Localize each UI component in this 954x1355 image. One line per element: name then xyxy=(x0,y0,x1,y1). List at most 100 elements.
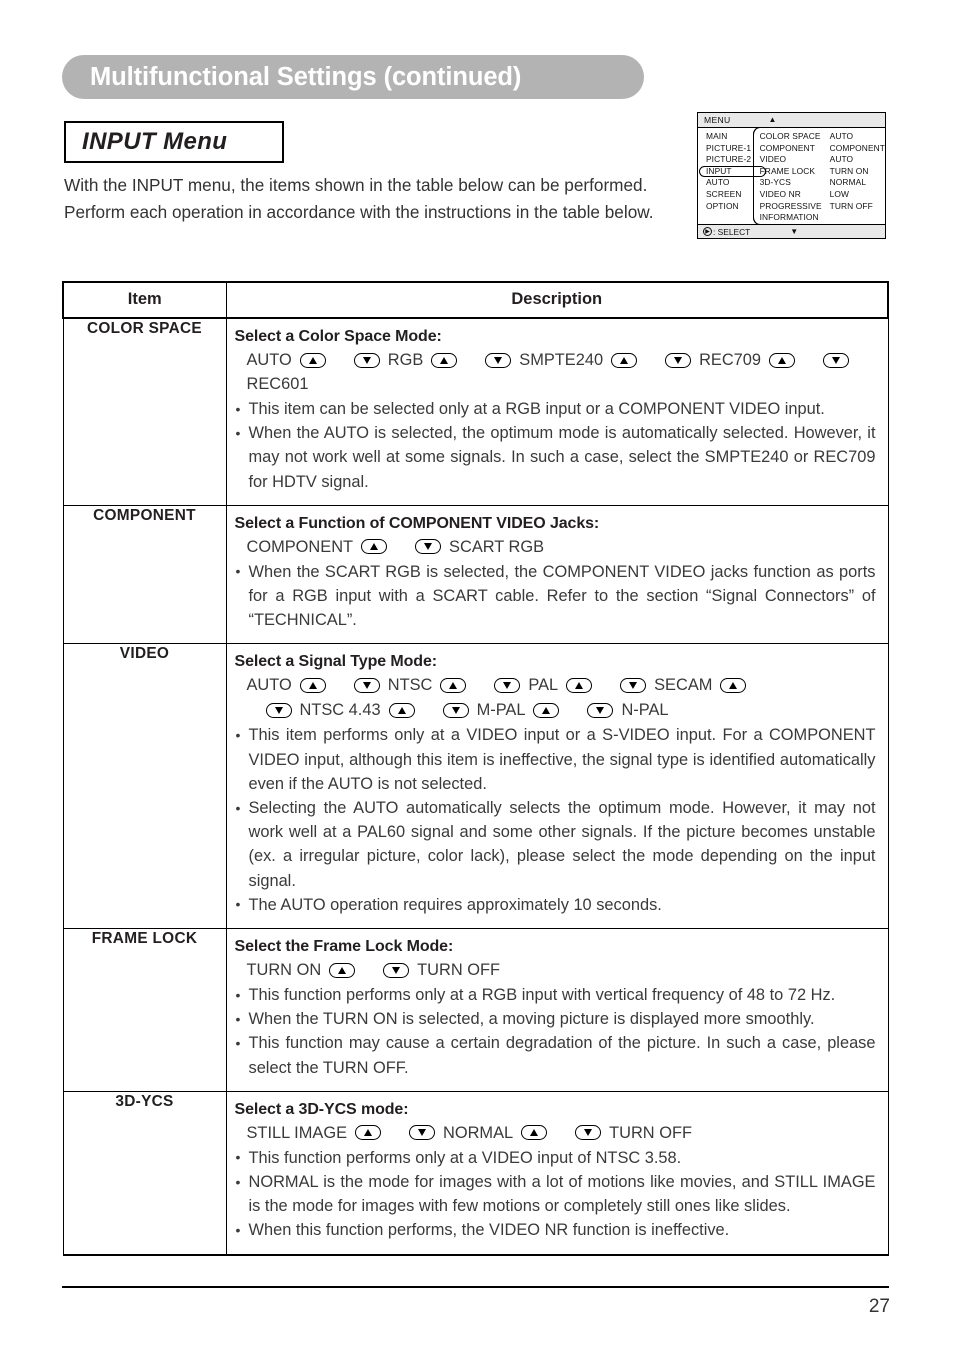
intro-line-1: With the INPUT menu, the items shown in … xyxy=(64,175,648,195)
arrow-up-button-icon[interactable] xyxy=(533,702,560,718)
osd-setting-value[interactable]: AUTO xyxy=(830,154,885,166)
arrow-up-button-icon[interactable] xyxy=(440,677,467,693)
arrow-up-button-icon[interactable] xyxy=(299,677,326,693)
arrow-down-button-icon[interactable] xyxy=(383,962,410,978)
osd-nav-item-screen[interactable]: SCREEN xyxy=(705,189,753,201)
osd-nav-item-input[interactable]: INPUT xyxy=(699,166,766,178)
arrow-down-button-icon[interactable] xyxy=(494,677,521,693)
osd-nav-column: MAIN PICTURE-1 PICTURE-2 INPUT AUTO SCREEN OPT… xyxy=(698,128,766,224)
description-cell: Select a Color Space Mode: AUTO RGB SMPTE24… xyxy=(225,317,889,506)
arrow-up-button-icon[interactable] xyxy=(329,962,356,978)
option-sequence: COMPONENT SCART RGB xyxy=(235,535,876,559)
osd-setting-value[interactable]: AUTO xyxy=(830,131,885,143)
option-sequence: TURN ON TURN OFF xyxy=(235,958,876,982)
osd-setting-name[interactable]: COMPONENT xyxy=(760,143,822,155)
description-title: Select the Frame Lock Mode: xyxy=(234,938,454,956)
arrow-up-button-icon[interactable] xyxy=(299,352,326,368)
osd-setting-name[interactable]: 3D-YCS xyxy=(760,177,822,189)
table-body: COLOR SPACE Select a Color Space Mode: AUT… xyxy=(62,317,889,1256)
option-label: NTSC 4.43 xyxy=(299,701,381,720)
settings-table: Item Description COLOR SPACE Select a Col… xyxy=(62,281,889,1256)
bullet-item: When the TURN ON is selected, a moving p… xyxy=(235,1007,876,1031)
osd-setting-name[interactable]: FRAME LOCK xyxy=(760,166,822,178)
osd-setting-name[interactable]: VIDEO NR xyxy=(760,189,822,201)
item-label: COMPONENT xyxy=(62,504,227,645)
triangle-down-icon xyxy=(494,356,503,364)
triangle-up-icon xyxy=(778,356,787,364)
arrow-down-button-icon[interactable] xyxy=(442,702,469,718)
triangle-up-icon xyxy=(440,356,449,364)
arrow-up-button-icon[interactable] xyxy=(431,352,458,368)
arrow-up-button-icon[interactable] xyxy=(566,677,593,693)
triangle-down-icon xyxy=(418,1129,426,1137)
osd-setting-value[interactable] xyxy=(830,212,885,224)
osd-nav-item-picture-1[interactable]: PICTURE-1 xyxy=(705,143,753,155)
arrow-down-button-icon[interactable] xyxy=(620,677,647,693)
bullet-item: This item performs only at a VIDEO input… xyxy=(235,723,876,796)
osd-nav-item-auto[interactable]: AUTO xyxy=(705,177,753,189)
triangle-down-icon xyxy=(629,681,638,689)
osd-setting-value[interactable]: LOW xyxy=(830,189,885,201)
osd-setting-name[interactable]: COLOR SPACE xyxy=(760,131,822,143)
option-label: COMPONENT xyxy=(246,537,354,556)
arrow-up-button-icon[interactable] xyxy=(521,1125,548,1141)
osd-setting-value[interactable]: TURN ON xyxy=(830,166,885,178)
osd-setting-name[interactable]: INFORMATION xyxy=(760,212,822,224)
arrow-down-button-icon[interactable] xyxy=(415,539,442,555)
option-label: REC601 xyxy=(246,375,309,393)
option-sequence: AUTO NTSC PAL SECAM xyxy=(235,673,876,697)
arrow-up-button-icon[interactable] xyxy=(355,1125,381,1141)
page-number: 27 xyxy=(868,1296,890,1317)
osd-setting-value[interactable]: NORMAL xyxy=(830,177,885,189)
option-label: NORMAL xyxy=(443,1123,514,1142)
arrow-down-button-icon[interactable] xyxy=(353,352,380,368)
option-label: PAL xyxy=(528,676,559,695)
description-title: Select a 3D-YCS mode: xyxy=(234,1100,409,1118)
arrow-up-button-icon[interactable] xyxy=(361,539,388,555)
osd-setting-name[interactable]: VIDEO xyxy=(760,154,822,166)
arrow-down-button-icon[interactable] xyxy=(665,352,692,368)
triangle-up-icon xyxy=(308,356,317,364)
osd-menu-diagram: MENU ▲ MAIN PICTURE-1 PICTURE-2 INPUT AUTO SC… xyxy=(697,112,886,239)
item-label: 3D-YCS xyxy=(62,1090,227,1256)
arrow-down-button-icon[interactable] xyxy=(485,352,512,368)
osd-setting-value[interactable]: TURN OFF xyxy=(830,201,885,213)
triangle-up-icon xyxy=(542,706,551,714)
arrow-down-button-icon[interactable] xyxy=(265,702,292,718)
osd-setting-name[interactable]: PROGRESSIVE xyxy=(760,201,822,213)
bullet-list: This function performs only at a RGB inp… xyxy=(235,983,876,1080)
triangle-down-icon xyxy=(503,681,512,689)
arrow-down-button-icon[interactable] xyxy=(575,1125,602,1141)
triangle-down-icon xyxy=(424,543,433,551)
osd-setting-value[interactable]: COMPONENT xyxy=(830,143,885,155)
osd-bottom-bar: ▶ : SELECT ▼ xyxy=(698,224,885,238)
column-header-item: Item xyxy=(62,281,227,319)
description-title: Select a Function of COMPONENT VIDEO Jac… xyxy=(234,514,600,532)
osd-nav-item-picture-2[interactable]: PICTURE-2 xyxy=(705,154,753,166)
osd-setting-names: COLOR SPACE COMPONENT VIDEO FRAME LOCK 3D-YC… xyxy=(754,131,822,224)
arrow-down-button-icon[interactable] xyxy=(587,702,614,718)
arrow-up-button-icon[interactable] xyxy=(769,352,796,368)
triangle-up-icon xyxy=(338,966,347,974)
table-row: COLOR SPACE Select a Color Space Mode: AUT… xyxy=(62,317,889,506)
option-label: M-PAL xyxy=(476,701,526,720)
osd-nav-item-option[interactable]: OPTION xyxy=(705,201,753,213)
arrow-up-button-icon[interactable] xyxy=(388,702,415,718)
bullet-item: This function may cause a certain degrad… xyxy=(235,1031,876,1079)
triangle-down-icon xyxy=(451,706,460,714)
arrow-down-button-icon[interactable] xyxy=(353,677,380,693)
arrow-down-button-icon[interactable] xyxy=(823,352,850,368)
bullet-list: This item performs only at a VIDEO input… xyxy=(235,723,876,917)
triangle-down-icon xyxy=(274,706,283,714)
arrow-down-button-icon[interactable] xyxy=(409,1125,435,1141)
select-label: : SELECT xyxy=(713,226,751,237)
osd-nav-item-main[interactable]: MAIN xyxy=(705,131,753,143)
option-label: TURN OFF xyxy=(417,961,501,980)
bullet-list: When the SCART RGB is selected, the COMP… xyxy=(235,559,876,633)
table-row: VIDEO Select a Signal Type Mode: AUTO NTSC P… xyxy=(62,643,889,930)
option-label: NTSC xyxy=(387,676,433,695)
description-cell: Select a Function of COMPONENT VIDEO Jac… xyxy=(225,504,889,645)
arrow-up-button-icon[interactable] xyxy=(611,352,638,368)
osd-menu-title: MENU xyxy=(704,115,731,125)
arrow-up-button-icon[interactable] xyxy=(720,677,747,693)
